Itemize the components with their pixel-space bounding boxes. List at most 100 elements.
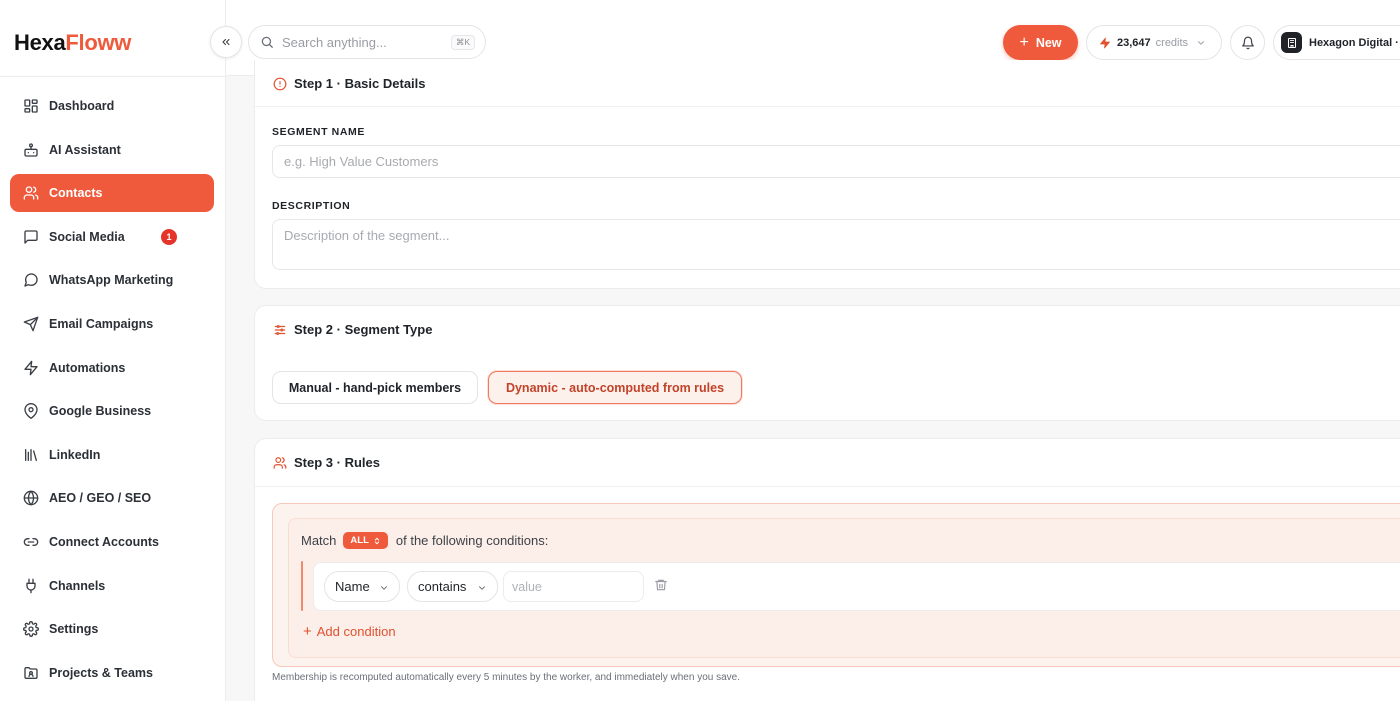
match-suffix: of the following conditions: <box>395 533 549 548</box>
chevron-down-icon <box>381 586 387 590</box>
sidebar-item-connect-accounts[interactable]: Connect Accounts <box>10 523 214 561</box>
step3-title: Step 3 · Rules <box>294 455 380 470</box>
delete-condition-button[interactable] <box>654 578 668 597</box>
sidebar-item-channels[interactable]: Channels <box>10 567 214 605</box>
match-row: Match ALL of the following conditions: <box>301 532 548 549</box>
add-condition-button[interactable]: + Add condition <box>303 623 396 640</box>
condition-operator-value: contains <box>418 579 467 594</box>
credits-label: credits <box>1155 36 1189 49</box>
condition-row: Name contains value <box>313 562 1400 611</box>
segment-name-label: SEGMENT NAME <box>272 126 365 138</box>
sidebar-item-whatsapp-marketing[interactable]: WhatsApp Marketing <box>10 261 214 299</box>
grid-icon <box>24 99 38 113</box>
chevrons-up-down-icon <box>374 537 380 544</box>
folder-users-icon <box>24 666 38 679</box>
condition-field-value: Name <box>335 579 370 594</box>
sidebar-item-ai-assistant[interactable]: AI Assistant <box>10 131 214 169</box>
step2-card: Step 2 · Segment Type Manual - hand-pick… <box>254 305 1400 421</box>
collapse-sidebar-button[interactable] <box>210 26 242 58</box>
segment-type-dynamic-button[interactable]: Dynamic - auto-computed from rules <box>488 371 742 404</box>
brand-name-part1: Hexa <box>14 30 66 55</box>
sidebar-item-label: AEO / GEO / SEO <box>49 491 152 506</box>
search-placeholder: Search anything... <box>282 34 387 50</box>
sidebar-item-dashboard[interactable]: Dashboard <box>10 87 214 125</box>
sidebar-item-social-media[interactable]: Social Media 1 <box>10 218 214 256</box>
match-mode-select[interactable]: ALL <box>343 532 388 549</box>
step1-title: Step 1 · Basic Details <box>294 76 426 91</box>
plus-icon: + <box>1019 33 1029 51</box>
new-button[interactable]: + New <box>1003 25 1078 60</box>
sidebar-item-label: Dashboard <box>49 99 115 113</box>
sidebar-item-label: LinkedIn <box>49 447 101 462</box>
sidebar-item-settings[interactable]: Settings <box>10 610 214 648</box>
match-mode-value: ALL <box>350 535 369 546</box>
sidebar-item-linkedin[interactable]: LinkedIn <box>10 436 214 474</box>
condition-operator-select[interactable]: contains <box>407 571 498 602</box>
match-prefix: Match <box>301 533 337 548</box>
notifications-button[interactable] <box>1230 25 1265 60</box>
sidebar-item-label: Projects & Teams <box>49 665 153 680</box>
add-condition-label: Add condition <box>316 624 396 639</box>
segment-name-input[interactable]: e.g. High Value Customers <box>272 145 1400 178</box>
notification-badge: 1 <box>161 228 177 245</box>
search-shortcut-hint: ⌘K <box>450 35 475 50</box>
condition-value-input[interactable]: value <box>503 571 644 602</box>
trash-icon <box>655 579 667 591</box>
sidebar-item-google-business[interactable]: Google Business <box>10 392 214 430</box>
step2-title: Step 2 · Segment Type <box>294 322 433 337</box>
description-textarea[interactable]: Description of the segment... <box>272 219 1400 270</box>
sidebar-item-aeo-geo-seo[interactable]: AEO / GEO / SEO <box>10 479 214 517</box>
link-icon <box>23 537 39 546</box>
dynamic-label: Dynamic - auto-computed from rules <box>505 380 725 395</box>
search-icon <box>261 36 273 48</box>
sidebar-item-label: Channels <box>49 578 106 593</box>
sidebar-nav: Dashboard AI Assistant Contacts Social M… <box>10 87 214 697</box>
library-icon <box>25 448 37 461</box>
step2-header: Step 2 · Segment Type <box>273 322 432 337</box>
sidebar-item-label: Email Campaigns <box>49 316 154 331</box>
sidebar-item-label: Settings <box>49 622 99 637</box>
sidebar-item-email-campaigns[interactable]: Email Campaigns <box>10 305 214 343</box>
sidebar-item-automations[interactable]: Automations <box>10 349 214 387</box>
new-button-label: New <box>1035 35 1062 50</box>
manual-label: Manual - hand-pick members <box>288 380 462 395</box>
users-icon <box>23 186 39 200</box>
sidebar-item-label: Contacts <box>49 186 103 201</box>
sidebar-item-label: WhatsApp Marketing <box>49 273 174 288</box>
credits-value: 23,647 <box>1117 36 1151 49</box>
info-icon <box>273 77 287 90</box>
message-square-icon <box>24 230 38 244</box>
condition-value-placeholder: value <box>512 579 542 594</box>
sidebar-item-label: Social Media <box>49 229 125 244</box>
step1-header: Step 1 · Basic Details <box>273 76 426 91</box>
brand-logo[interactable]: HexaFloww <box>14 30 131 56</box>
segment-type-manual-button[interactable]: Manual - hand-pick members <box>272 371 478 404</box>
recompute-footnote: Membership is recomputed automatically e… <box>272 672 740 683</box>
credits-indicator[interactable]: 23,647 credits <box>1086 25 1222 60</box>
description-label: DESCRIPTION <box>272 200 351 212</box>
plug-icon <box>26 578 36 593</box>
segment-name-placeholder: e.g. High Value Customers <box>284 154 439 169</box>
sidebar-item-label: Connect Accounts <box>49 534 159 549</box>
description-placeholder: Description of the segment... <box>284 228 450 243</box>
search-input[interactable]: Search anything... ⌘K <box>248 25 486 59</box>
brand-name-part2: Floww <box>65 30 132 55</box>
condition-indent-bar <box>301 561 303 611</box>
step3-card: Step 3 · Rules Match ALL of the followin… <box>254 438 1400 701</box>
bell-icon <box>1241 36 1254 49</box>
workspace-switcher[interactable]: Hexagon Digital · D <box>1273 25 1400 60</box>
bot-icon <box>24 142 38 157</box>
divider <box>255 106 1400 107</box>
users-icon <box>273 456 287 469</box>
rule-group: Match ALL of the following conditions: N… <box>288 518 1400 658</box>
sidebar: HexaFloww Dashboard AI Assistant Contact… <box>0 0 226 701</box>
chevrons-left-icon <box>222 38 230 46</box>
sidebar-item-projects-teams[interactable]: Projects & Teams <box>10 654 214 692</box>
sidebar-item-contacts[interactable]: Contacts <box>10 174 214 213</box>
condition-field-select[interactable]: Name <box>324 571 400 602</box>
workspace-name: Hexagon Digital · D <box>1309 36 1400 49</box>
send-icon <box>23 316 39 332</box>
step1-card: Step 1 · Basic Details SEGMENT NAME e.g.… <box>254 60 1400 289</box>
gear-icon <box>23 621 39 638</box>
globe-icon <box>23 491 39 506</box>
